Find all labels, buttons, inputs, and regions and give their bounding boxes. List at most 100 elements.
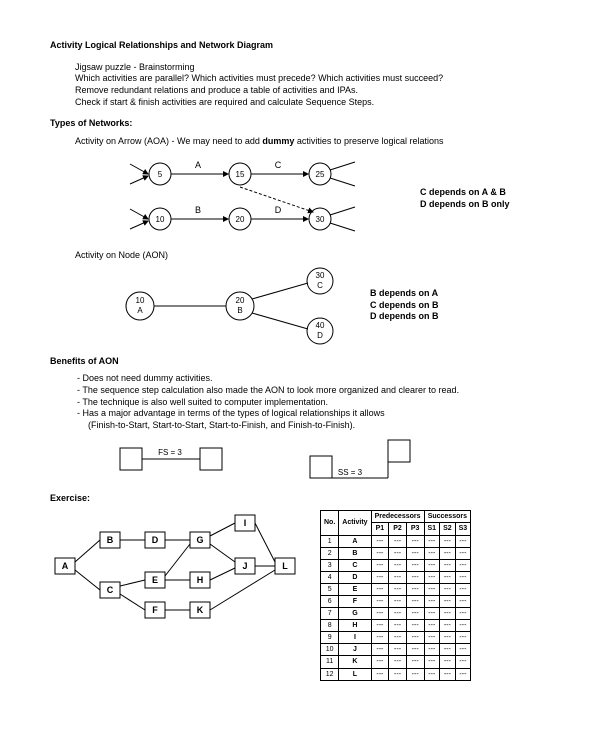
cell: --- — [440, 559, 456, 571]
cell: --- — [455, 668, 471, 680]
cell: --- — [371, 583, 389, 595]
cell: --- — [455, 559, 471, 571]
svg-text:E: E — [152, 575, 158, 585]
cell: --- — [389, 571, 407, 583]
aon-side-line: C depends on B — [370, 300, 439, 312]
svg-text:20: 20 — [236, 296, 245, 305]
cell: 5 — [321, 583, 339, 595]
cell: --- — [440, 583, 456, 595]
cell: --- — [371, 632, 389, 644]
cell: --- — [389, 547, 407, 559]
cell: --- — [406, 535, 424, 547]
col-p1: P1 — [371, 523, 389, 535]
table-row: 12L------------------ — [321, 668, 471, 680]
svg-text:5: 5 — [158, 170, 163, 179]
cell: D — [339, 571, 371, 583]
cell: --- — [440, 644, 456, 656]
svg-text:D: D — [275, 205, 282, 215]
cell: --- — [371, 620, 389, 632]
page-title: Activity Logical Relationships and Netwo… — [50, 40, 550, 52]
cell: --- — [455, 571, 471, 583]
svg-text:L: L — [282, 561, 288, 571]
cell: --- — [406, 656, 424, 668]
cell: --- — [440, 656, 456, 668]
benefit-line: The sequence step calculation also made … — [85, 385, 550, 397]
aoa-side-line: C depends on A & B — [420, 187, 510, 199]
cell: --- — [455, 608, 471, 620]
cell: --- — [455, 583, 471, 595]
cell: --- — [455, 535, 471, 547]
cell: --- — [424, 595, 440, 607]
col-activity: Activity — [339, 511, 371, 535]
svg-text:C: C — [107, 585, 114, 595]
table-row: 11K------------------ — [321, 656, 471, 668]
col-pred: Predecessors — [371, 511, 424, 523]
exercise-diagram: A B C D E F G H K I J L — [50, 510, 300, 630]
svg-text:15: 15 — [236, 170, 245, 179]
cell: --- — [424, 559, 440, 571]
col-succ: Successors — [424, 511, 471, 523]
svg-text:C: C — [317, 281, 323, 290]
cell: --- — [371, 668, 389, 680]
aon-diagram: 10 A 20 B 30 C 40 D — [110, 266, 370, 346]
cell: B — [339, 547, 371, 559]
svg-text:C: C — [275, 160, 282, 170]
cell: --- — [455, 595, 471, 607]
svg-text:H: H — [197, 575, 204, 585]
intro-line: Check if start & finish activities are r… — [75, 97, 550, 109]
cell: --- — [424, 656, 440, 668]
svg-text:G: G — [196, 535, 203, 545]
cell: --- — [406, 547, 424, 559]
cell: --- — [455, 620, 471, 632]
cell: --- — [424, 608, 440, 620]
col-p2: P2 — [389, 523, 407, 535]
cell: A — [339, 535, 371, 547]
exercise-table: No. Activity Predecessors Successors P1 … — [320, 510, 471, 680]
aon-side: B depends on A C depends on B D depends … — [370, 288, 439, 323]
cell: --- — [389, 668, 407, 680]
svg-text:B: B — [107, 535, 114, 545]
svg-text:A: A — [137, 306, 143, 315]
table-row: 1A------------------ — [321, 535, 471, 547]
aoa-side-line: D depends on B only — [420, 199, 510, 211]
cell: --- — [455, 644, 471, 656]
cell: --- — [455, 547, 471, 559]
svg-text:J: J — [242, 561, 247, 571]
svg-text:A: A — [62, 561, 69, 571]
cell: --- — [440, 620, 456, 632]
table-row: 2B------------------ — [321, 547, 471, 559]
svg-text:B: B — [195, 205, 201, 215]
cell: --- — [389, 656, 407, 668]
cell: --- — [389, 620, 407, 632]
benefit-line: (Finish-to-Start, Start-to-Start, Start-… — [88, 420, 550, 432]
aon-label: Activity on Node (AON) — [75, 250, 550, 262]
col-p3: P3 — [406, 523, 424, 535]
relationship-diagram: FS = 3 SS = 3 — [110, 438, 510, 483]
cell: 12 — [321, 668, 339, 680]
table-row: 3C------------------ — [321, 559, 471, 571]
cell: 7 — [321, 608, 339, 620]
cell: 3 — [321, 559, 339, 571]
cell: --- — [440, 608, 456, 620]
exercise-label: Exercise: — [50, 493, 550, 505]
col-s3: S3 — [455, 523, 471, 535]
intro-line: Jigsaw puzzle - Brainstorming — [75, 62, 550, 74]
cell: --- — [389, 535, 407, 547]
svg-text:30: 30 — [316, 215, 325, 224]
cell: --- — [406, 559, 424, 571]
cell: 10 — [321, 644, 339, 656]
svg-text:K: K — [197, 605, 204, 615]
cell: --- — [424, 535, 440, 547]
cell: 1 — [321, 535, 339, 547]
svg-text:20: 20 — [236, 215, 245, 224]
cell: --- — [440, 547, 456, 559]
cell: --- — [455, 656, 471, 668]
intro-block: Jigsaw puzzle - Brainstorming Which acti… — [75, 62, 550, 109]
cell: --- — [371, 656, 389, 668]
cell: --- — [440, 668, 456, 680]
intro-line: Which activities are parallel? Which act… — [75, 73, 550, 85]
aon-side-line: B depends on A — [370, 288, 439, 300]
table-row: 7G------------------ — [321, 608, 471, 620]
cell: --- — [389, 559, 407, 571]
svg-text:10: 10 — [136, 296, 145, 305]
